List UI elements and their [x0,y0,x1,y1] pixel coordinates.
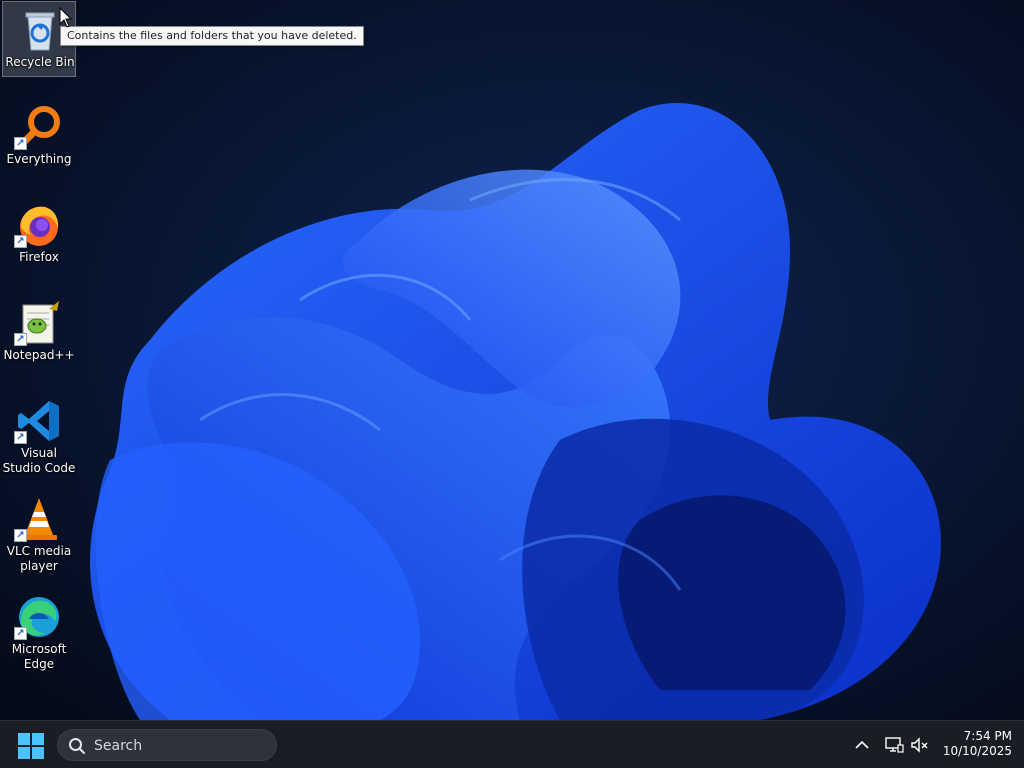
shortcut-arrow-icon: ↗ [14,529,27,542]
desktop-icon-label: Notepad++ [3,348,75,362]
desktop-wallpaper [0,0,1024,720]
desktop-icon-firefox[interactable]: ↗ Firefox [2,197,76,273]
clock-time: 7:54 PM [963,729,1012,743]
shortcut-arrow-icon: ↗ [14,235,27,248]
desktop-icon-everything[interactable]: ↗ Everything [2,99,76,175]
shortcut-arrow-icon: ↗ [14,137,27,150]
recycle-bin-tooltip: Contains the files and folders that you … [60,26,364,46]
search-placeholder: Search [94,738,143,754]
mouse-cursor-icon [59,7,73,28]
desktop-icon-edge[interactable]: ↗ Microsoft Edge [2,589,76,671]
start-button[interactable] [16,731,46,761]
desktop-icon-label: Firefox [19,250,59,264]
show-hidden-icons-chevron-up-icon[interactable] [852,735,872,755]
desktop-icon-notepad-plus-plus[interactable]: ↗ Notepad++ [2,295,76,371]
desktop-icon-label: Recycle Bin [5,55,75,69]
taskbar-clock[interactable]: 7:54 PM 10/10/2025 [936,729,1012,759]
taskbar: Search 7:54 PM 10/10/2025 [0,720,1024,768]
desktop-icon-label: Everything [6,152,72,166]
taskbar-search-box[interactable]: Search [57,729,277,761]
shortcut-arrow-icon: ↗ [14,431,27,444]
desktop-icon-label: Visual Studio Code [2,446,76,475]
clock-date: 10/10/2025 [942,744,1012,758]
shortcut-arrow-icon: ↗ [14,627,27,640]
search-icon [69,738,85,754]
volume-muted-icon[interactable] [910,735,930,755]
recycle-bin-icon [25,12,55,51]
network-icon[interactable] [884,735,904,755]
desktop-icon-vlc[interactable]: ↗ VLC media player [2,491,76,573]
shortcut-arrow-icon: ↗ [14,333,27,346]
desktop-icon-label: Microsoft Edge [11,642,67,671]
desktop-icon-vscode[interactable]: ↗ Visual Studio Code [2,393,76,475]
desktop-icon-label: VLC media player [6,544,72,573]
